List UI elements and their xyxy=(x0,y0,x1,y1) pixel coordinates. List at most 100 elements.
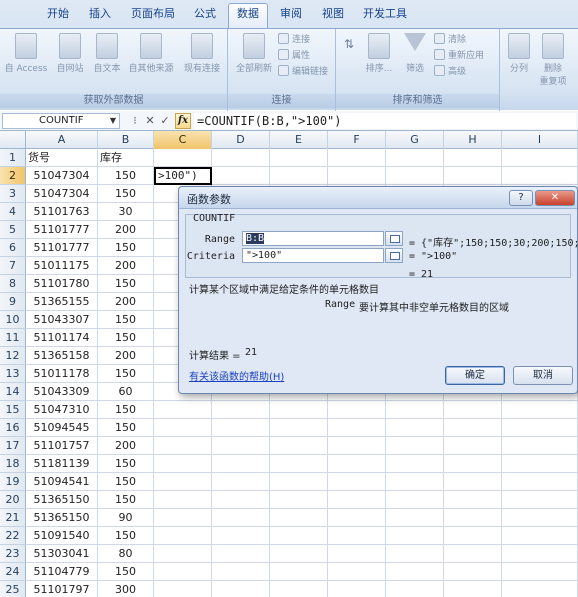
empty-cell[interactable] xyxy=(270,527,328,545)
row-header[interactable]: 4 xyxy=(0,203,26,221)
clear-button[interactable]: 清除 xyxy=(434,33,466,47)
ok-button[interactable]: 确定 xyxy=(445,366,505,385)
empty-cell[interactable] xyxy=(386,401,444,419)
row-header[interactable]: 3 xyxy=(0,185,26,203)
empty-cell[interactable] xyxy=(270,149,328,167)
name-box[interactable]: COUNTIF ▼ xyxy=(2,113,120,129)
empty-cell[interactable] xyxy=(386,473,444,491)
empty-cell[interactable] xyxy=(328,167,386,185)
cell-sku[interactable]: 51101777 xyxy=(26,221,98,239)
cell-sku[interactable]: 51047310 xyxy=(26,401,98,419)
cell-stock[interactable]: 150 xyxy=(98,185,154,203)
cell-stock[interactable]: 150 xyxy=(98,401,154,419)
empty-cell[interactable] xyxy=(444,581,502,597)
empty-cell[interactable] xyxy=(444,563,502,581)
cell-sku[interactable]: 51303041 xyxy=(26,545,98,563)
formula-input[interactable]: =COUNTIF(B:B,">100") xyxy=(194,113,576,129)
from-access-button[interactable]: 自 Access xyxy=(4,33,48,74)
header-cell-sku[interactable]: 货号 xyxy=(26,149,98,167)
cell-sku[interactable]: 51043309 xyxy=(26,383,98,401)
row-header[interactable]: 9 xyxy=(0,293,26,311)
empty-cell[interactable] xyxy=(444,491,502,509)
cell-sku[interactable]: 51181139 xyxy=(26,455,98,473)
empty-cell[interactable] xyxy=(328,419,386,437)
empty-cell[interactable] xyxy=(212,563,270,581)
row-header[interactable]: 17 xyxy=(0,437,26,455)
empty-cell[interactable] xyxy=(154,509,212,527)
enter-formula-icon[interactable]: ✓ xyxy=(158,114,172,128)
empty-cell[interactable] xyxy=(154,491,212,509)
tab-home[interactable]: 开始 xyxy=(38,4,78,26)
existing-connections-button[interactable]: 现有连接 xyxy=(180,33,224,74)
cell-sku[interactable]: 51094541 xyxy=(26,473,98,491)
empty-cell[interactable] xyxy=(502,401,578,419)
criteria-input[interactable]: ">100" xyxy=(242,248,384,263)
empty-cell[interactable] xyxy=(386,563,444,581)
cell-sku[interactable]: 51104779 xyxy=(26,563,98,581)
empty-cell[interactable] xyxy=(328,491,386,509)
empty-cell[interactable] xyxy=(328,527,386,545)
from-text-button[interactable]: 自文本 xyxy=(90,33,124,74)
dialog-titlebar[interactable]: 函数参数 ? ✕ xyxy=(179,187,577,209)
row-header[interactable]: 12 xyxy=(0,347,26,365)
remove-duplicates-button[interactable]: 删除 重复项 xyxy=(536,33,570,87)
cell-stock[interactable]: 150 xyxy=(98,527,154,545)
empty-cell[interactable] xyxy=(212,527,270,545)
row-header[interactable]: 1 xyxy=(0,149,26,167)
cell-sku[interactable]: 51091540 xyxy=(26,527,98,545)
cell-sku[interactable]: 51365150 xyxy=(26,491,98,509)
empty-cell[interactable] xyxy=(212,509,270,527)
column-header-h[interactable]: H xyxy=(444,131,502,149)
empty-cell[interactable] xyxy=(386,527,444,545)
empty-cell[interactable] xyxy=(502,419,578,437)
column-header-e[interactable]: E xyxy=(270,131,328,149)
empty-cell[interactable] xyxy=(502,509,578,527)
column-header-c[interactable]: C xyxy=(154,131,212,149)
row-header[interactable]: 15 xyxy=(0,401,26,419)
empty-cell[interactable] xyxy=(154,473,212,491)
column-header-g[interactable]: G xyxy=(386,131,444,149)
empty-cell[interactable] xyxy=(212,437,270,455)
empty-cell[interactable] xyxy=(154,455,212,473)
cell-stock[interactable]: 60 xyxy=(98,383,154,401)
row-header[interactable]: 19 xyxy=(0,473,26,491)
empty-cell[interactable] xyxy=(270,419,328,437)
cell-stock[interactable]: 300 xyxy=(98,581,154,597)
criteria-collapse-icon[interactable] xyxy=(385,248,403,263)
empty-cell[interactable] xyxy=(386,509,444,527)
empty-cell[interactable] xyxy=(502,149,578,167)
empty-cell[interactable] xyxy=(502,563,578,581)
tab-insert[interactable]: 插入 xyxy=(80,4,120,26)
cell-sku[interactable]: 51101777 xyxy=(26,239,98,257)
cell-stock[interactable]: 200 xyxy=(98,221,154,239)
empty-cell[interactable] xyxy=(270,545,328,563)
cell-stock[interactable]: 150 xyxy=(98,311,154,329)
row-header[interactable]: 6 xyxy=(0,239,26,257)
cancel-button[interactable]: 取消 xyxy=(513,366,573,385)
empty-cell[interactable] xyxy=(328,509,386,527)
cell-stock[interactable]: 150 xyxy=(98,167,154,185)
empty-cell[interactable] xyxy=(154,437,212,455)
empty-cell[interactable] xyxy=(444,167,502,185)
empty-cell[interactable] xyxy=(444,419,502,437)
cell-sku[interactable]: 51101797 xyxy=(26,581,98,597)
empty-cell[interactable] xyxy=(212,473,270,491)
cell-sku[interactable]: 51365150 xyxy=(26,509,98,527)
empty-cell[interactable] xyxy=(386,437,444,455)
row-header[interactable]: 7 xyxy=(0,257,26,275)
column-header-a[interactable]: A xyxy=(26,131,98,149)
row-header[interactable]: 16 xyxy=(0,419,26,437)
text-to-columns-button[interactable]: 分列 xyxy=(504,33,534,74)
cell-stock[interactable]: 150 xyxy=(98,455,154,473)
from-other-sources-button[interactable]: 自其他来源 xyxy=(126,33,176,74)
row-header[interactable]: 23 xyxy=(0,545,26,563)
empty-cell[interactable] xyxy=(328,149,386,167)
empty-cell[interactable] xyxy=(328,581,386,597)
empty-cell[interactable] xyxy=(502,527,578,545)
tab-view[interactable]: 视图 xyxy=(314,4,352,26)
close-icon[interactable]: ✕ xyxy=(535,190,575,206)
row-header[interactable]: 14 xyxy=(0,383,26,401)
cell-sku[interactable]: 51101174 xyxy=(26,329,98,347)
empty-cell[interactable] xyxy=(444,509,502,527)
reapply-button[interactable]: 重新应用 xyxy=(434,49,484,63)
